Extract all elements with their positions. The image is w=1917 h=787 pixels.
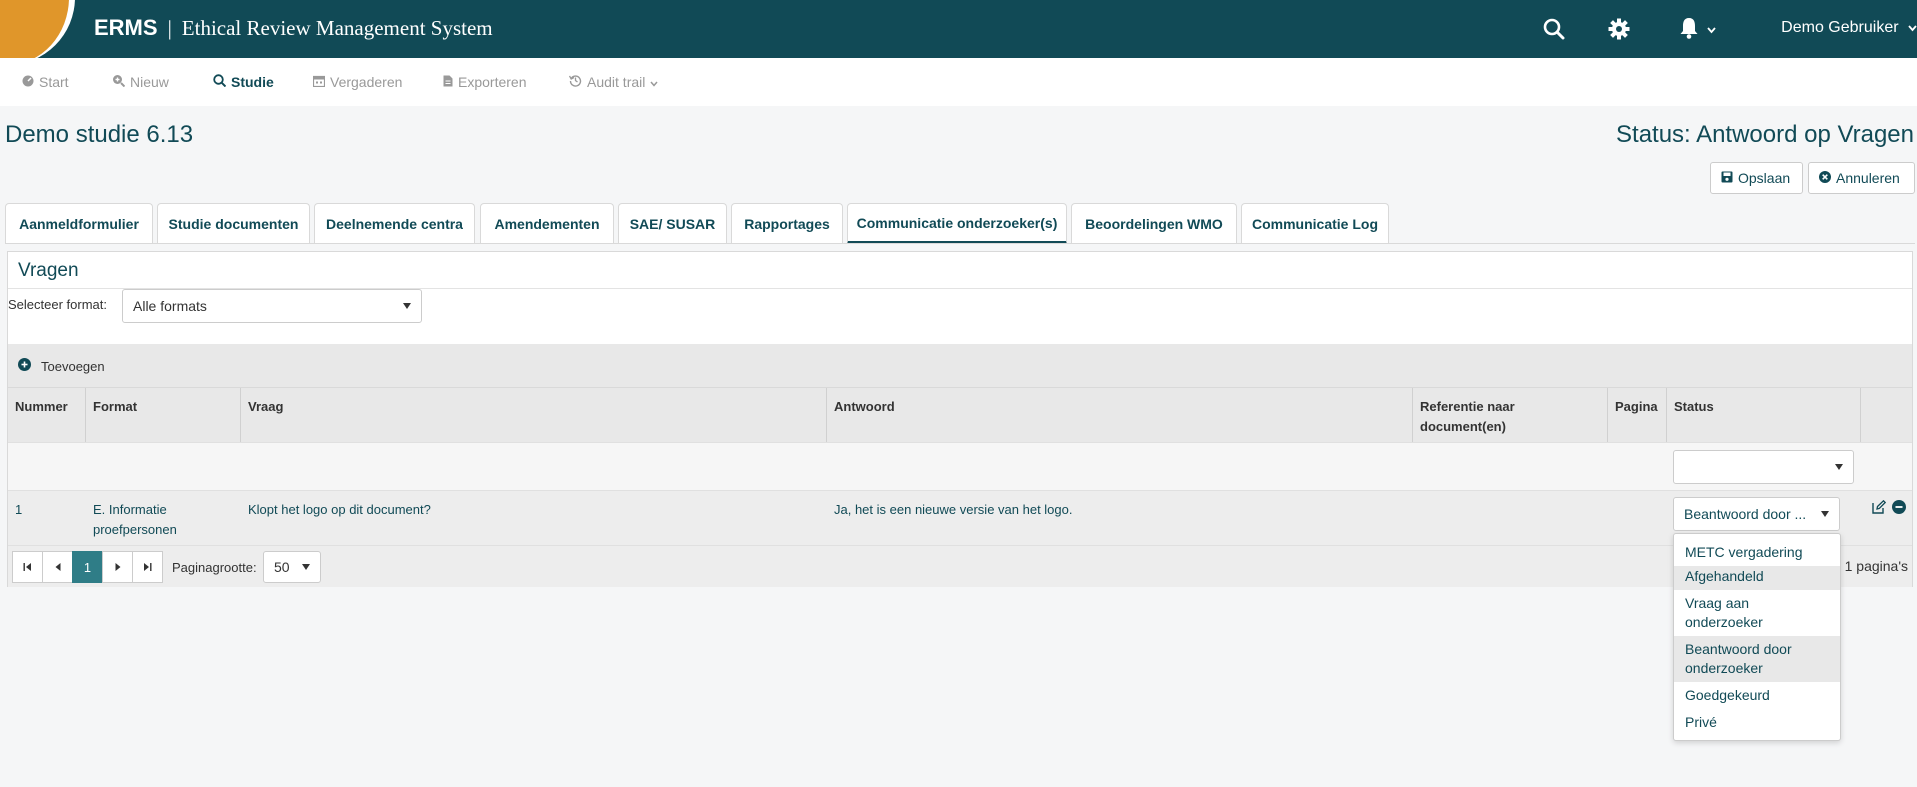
- page-size-label: Paginagrootte:: [172, 560, 257, 575]
- user-name: Demo Gebruiker: [1781, 19, 1899, 36]
- chevron-down-icon: [1908, 19, 1917, 36]
- caret-down-icon: [1835, 464, 1843, 470]
- gear-icon[interactable]: [1606, 16, 1632, 42]
- search-icon: [213, 74, 227, 90]
- add-button[interactable]: Toevoegen: [18, 358, 105, 374]
- caret-down-icon: [1821, 511, 1829, 517]
- study-status: Status: Antwoord op Vragen: [1616, 121, 1914, 148]
- remove-icon[interactable]: [1892, 500, 1906, 517]
- status-option-beantwoord-door-onderzoeker[interactable]: Beantwoord door onderzoeker: [1674, 636, 1840, 682]
- status-filter-select[interactable]: [1673, 450, 1854, 484]
- save-icon: [1721, 170, 1733, 186]
- history-icon: [568, 74, 582, 90]
- status-option-prive[interactable]: Privé: [1674, 709, 1840, 736]
- brand-short: ERMS: [94, 15, 158, 40]
- page-title: Demo studie 6.13: [5, 121, 194, 148]
- app-title: ERMS | Ethical Review Management System: [94, 15, 493, 41]
- logo[interactable]: [0, 0, 75, 65]
- status-option-vraag-aan-onderzoeker[interactable]: Vraag aan onderzoeker: [1674, 590, 1840, 636]
- top-bar: ERMS | Ethical Review Management System De…: [0, 0, 1917, 65]
- main-nav: Start Nieuw Studie Vergaderen Exporteren…: [0, 58, 1917, 106]
- column-header-pagina[interactable]: Pagina: [1608, 388, 1667, 443]
- column-header-antwoord[interactable]: Antwoord: [827, 388, 1413, 443]
- nav-start[interactable]: Start: [22, 74, 69, 90]
- pager: 1 Paginagrootte: 50 1 pagina's: [8, 545, 1912, 587]
- notifications-button[interactable]: [1679, 16, 1723, 42]
- plus-circle-icon: [18, 358, 31, 374]
- row-status-select[interactable]: Beantwoord door ...: [1673, 497, 1840, 531]
- chevron-down-icon: [1707, 21, 1716, 37]
- cell-vraag: Klopt het logo op dit document?: [248, 502, 431, 517]
- tab-studie-documenten[interactable]: Studie documenten: [157, 203, 310, 244]
- bell-icon: [1679, 17, 1699, 42]
- nav-audit-trail[interactable]: Audit trail: [568, 74, 658, 90]
- nav-exporteren[interactable]: Exporteren: [443, 74, 526, 90]
- cell-nummer: 1: [15, 502, 23, 517]
- tab-aanmeldformulier[interactable]: Aanmeldformulier: [5, 203, 153, 244]
- calendar-icon: [312, 74, 326, 90]
- user-menu[interactable]: Demo Gebruiker: [1781, 19, 1917, 37]
- caret-down-icon: [403, 303, 411, 309]
- column-header-nummer[interactable]: Nummer: [8, 388, 86, 443]
- status-option-metc-vergadering[interactable]: METC vergadering: [1674, 542, 1840, 566]
- pager-page-1[interactable]: 1: [72, 551, 103, 583]
- column-header-status[interactable]: Status: [1667, 388, 1861, 443]
- tab-communicatie-log[interactable]: Communicatie Log: [1241, 203, 1389, 244]
- tab-sae-susar[interactable]: SAE/ SUSAR: [618, 203, 727, 244]
- pager-first-button[interactable]: [12, 551, 43, 583]
- tab-deelnemende-centra[interactable]: Deelnemende centra: [314, 203, 475, 244]
- file-icon: [443, 74, 453, 90]
- cell-format: E. Informatie proefpersonen: [93, 502, 177, 537]
- panel-title: Vragen: [18, 260, 79, 281]
- format-select[interactable]: Alle formats: [122, 289, 422, 323]
- filter-row: [8, 442, 1912, 490]
- cancel-button[interactable]: Annuleren: [1808, 162, 1915, 194]
- tabs-divider: [5, 243, 1915, 244]
- search-icon[interactable]: [1541, 16, 1567, 42]
- brand-separator: |: [167, 16, 172, 40]
- brand-full: Ethical Review Management System: [181, 16, 493, 40]
- pager-next-button[interactable]: [102, 551, 133, 583]
- column-header-referentie[interactable]: Referentie naar document(en): [1413, 388, 1608, 443]
- column-header-vraag[interactable]: Vraag: [241, 388, 827, 443]
- nav-nieuw[interactable]: Nieuw: [112, 74, 169, 90]
- save-button[interactable]: Opslaan: [1710, 162, 1803, 194]
- status-option-goedgekeurd[interactable]: Goedgekeurd: [1674, 682, 1840, 709]
- page-size-select[interactable]: 50: [263, 551, 321, 583]
- nav-vergaderen[interactable]: Vergaderen: [312, 74, 402, 90]
- tab-beoordelingen-wmo[interactable]: Beoordelingen WMO: [1071, 203, 1237, 244]
- nav-studie[interactable]: Studie: [213, 74, 274, 90]
- format-label: Selecteer format:: [8, 297, 107, 312]
- column-header-format[interactable]: Format: [86, 388, 241, 443]
- questions-panel: Vragen Selecteer format: Alle formats To…: [7, 251, 1913, 587]
- caret-down-icon: [302, 564, 310, 570]
- chevron-down-icon: [650, 74, 658, 90]
- edit-icon[interactable]: [1872, 499, 1887, 517]
- tab-rapportages[interactable]: Rapportages: [731, 203, 843, 244]
- table-header: Nummer Format Vraag Antwoord Referentie …: [8, 387, 1914, 443]
- column-header-actions: [1861, 388, 1914, 443]
- pager-last-button[interactable]: [132, 551, 163, 583]
- tab-amendementen[interactable]: Amendementen: [480, 203, 614, 244]
- table-toolbar: Toevoegen: [8, 344, 1912, 387]
- pager-summary: 1 pagina's: [1844, 558, 1908, 574]
- tab-communicatie-onderzoekers[interactable]: Communicatie onderzoeker(s): [847, 203, 1067, 244]
- search-plus-icon: [112, 74, 126, 90]
- status-dropdown-menu: METC vergadering Afgehandeld Vraag aan o…: [1673, 533, 1841, 741]
- status-option-afgehandeld[interactable]: Afgehandeld: [1674, 566, 1840, 590]
- cell-antwoord: Ja, het is een nieuwe versie van het log…: [834, 502, 1073, 517]
- close-circle-icon: [1819, 170, 1831, 186]
- dashboard-icon: [22, 74, 34, 90]
- pager-prev-button[interactable]: [42, 551, 73, 583]
- table-row[interactable]: 1 E. Informatie proefpersonen Klopt het …: [8, 490, 1912, 545]
